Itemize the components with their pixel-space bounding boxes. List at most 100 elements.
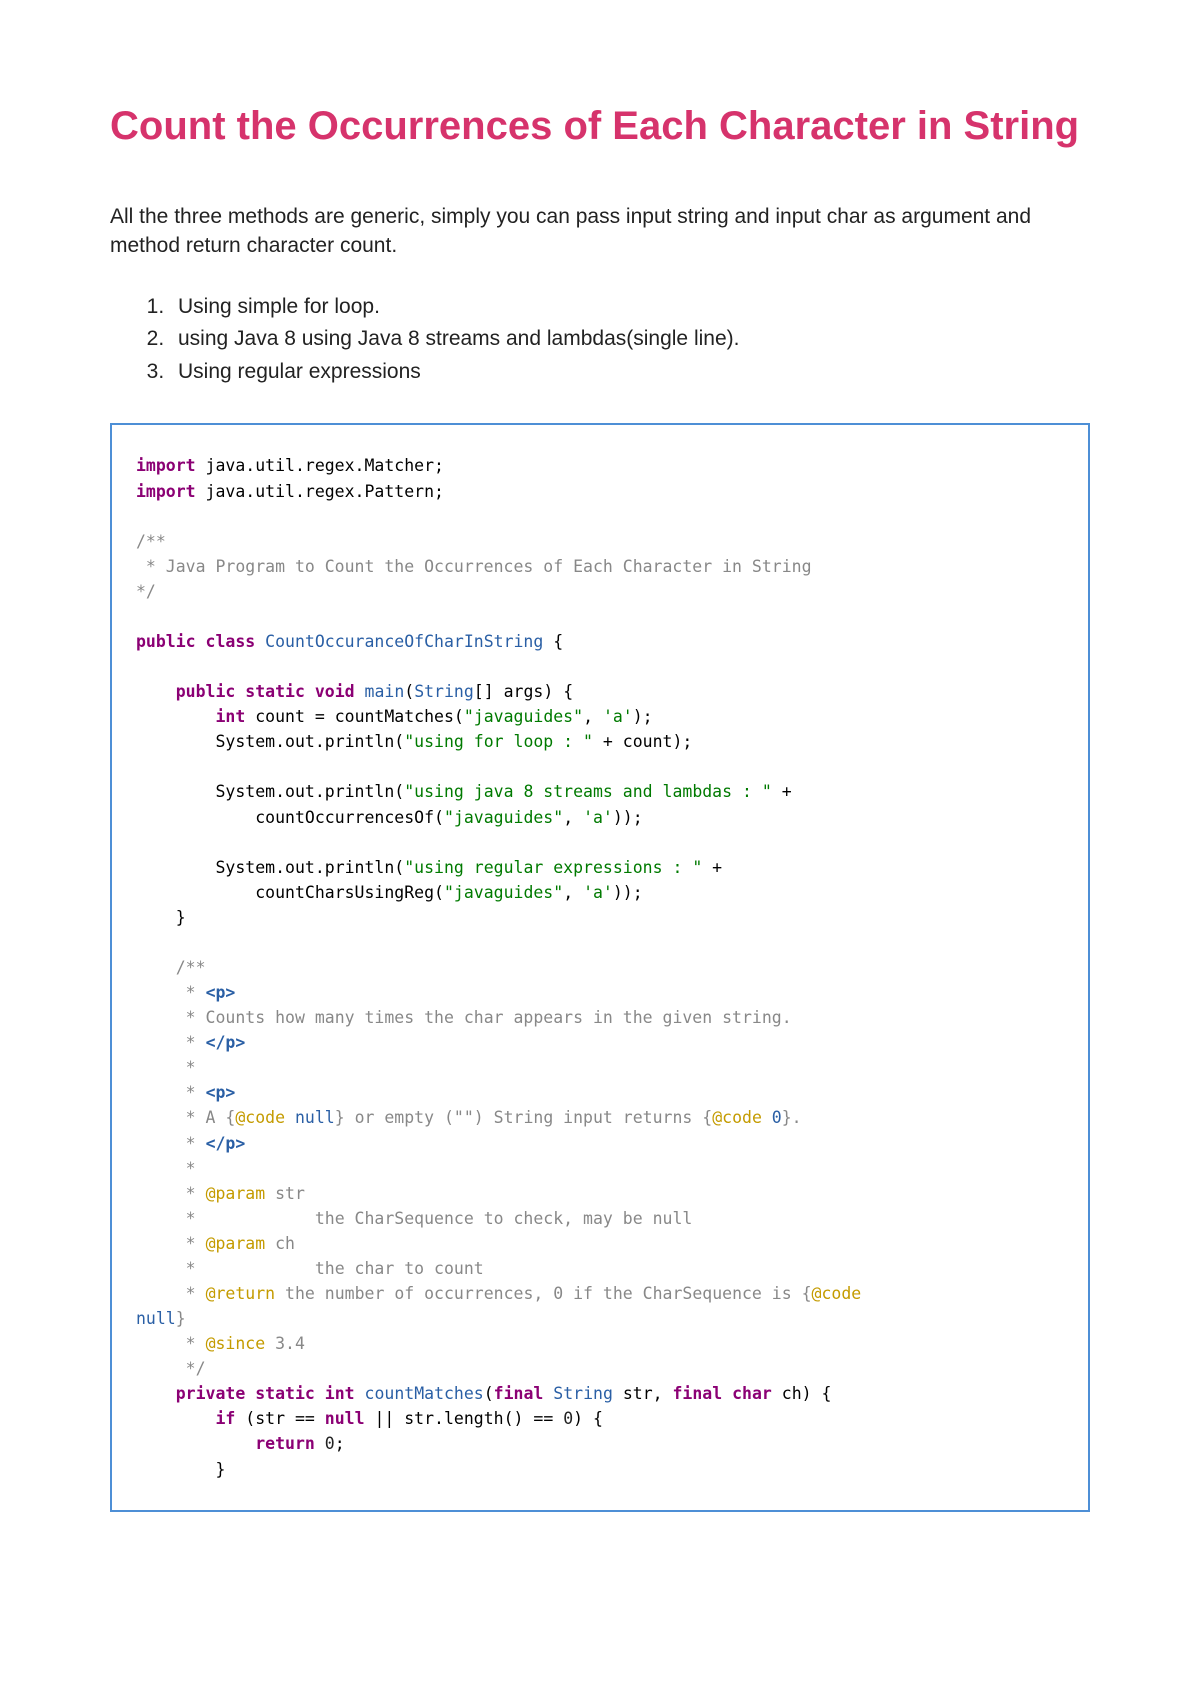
- doc-annotation: @code: [712, 1108, 762, 1127]
- keyword: return: [255, 1434, 315, 1453]
- indent: [136, 1434, 255, 1453]
- page-title: Count the Occurrences of Each Character …: [110, 100, 1090, 152]
- doc-annotation: @code: [812, 1284, 862, 1303]
- comment: *: [176, 1083, 206, 1102]
- comment: */: [176, 1359, 206, 1378]
- string-literal: "using regular expressions : ": [404, 858, 702, 877]
- comment: *: [176, 1134, 206, 1153]
- indent: [136, 1134, 176, 1153]
- char-literal: 'a': [603, 707, 633, 726]
- doc-annotation: @param: [206, 1184, 266, 1203]
- indent: [136, 1284, 176, 1303]
- comment: } or empty ("") String input returns {: [335, 1108, 713, 1127]
- comment: *: [176, 983, 206, 1002]
- comment: * the char to count: [176, 1259, 484, 1278]
- indent: [136, 1359, 176, 1378]
- indent: [136, 908, 176, 927]
- indent: [136, 1083, 176, 1102]
- doc-tag: </p>: [206, 1033, 246, 1052]
- keyword: import: [136, 456, 196, 475]
- code-text: java.util.regex.Matcher;: [196, 456, 444, 475]
- comment: * Counts how many times the char appears…: [176, 1008, 792, 1027]
- code-text: ,: [563, 808, 583, 827]
- comment: *: [176, 1284, 206, 1303]
- comment: *: [176, 1033, 206, 1052]
- indent: [136, 1008, 176, 1027]
- code-text: ,: [563, 883, 583, 902]
- code-text: }: [176, 908, 186, 927]
- indent: [136, 1209, 176, 1228]
- indent: [136, 1460, 215, 1479]
- char-literal: 'a': [583, 883, 613, 902]
- indent: [136, 782, 215, 801]
- keyword: public: [176, 682, 236, 701]
- code-text: System.out.println(: [215, 858, 404, 877]
- string-literal: "javaguides": [444, 883, 563, 902]
- doc-tag: <p>: [206, 983, 236, 1002]
- code-text: countOccurrencesOf(: [255, 808, 444, 827]
- comment: *: [176, 1184, 206, 1203]
- keyword: public: [136, 632, 196, 651]
- code-text: +: [772, 782, 792, 801]
- doc-annotation: @param: [206, 1234, 266, 1253]
- indent: [136, 732, 215, 751]
- keyword: if: [215, 1409, 235, 1428]
- keyword: final: [673, 1384, 723, 1403]
- indent: [136, 858, 215, 877]
- indent: [136, 808, 255, 827]
- code-text: }: [215, 1460, 225, 1479]
- string-literal: "javaguides": [444, 808, 563, 827]
- comment: /**: [176, 958, 206, 977]
- indent: [136, 1108, 176, 1127]
- code-text: System.out.println(: [215, 732, 404, 751]
- string-literal: "using for loop : ": [404, 732, 593, 751]
- code-text: ) {: [573, 1409, 603, 1428]
- list-item: Using regular expressions: [170, 356, 1090, 389]
- type: String: [414, 682, 474, 701]
- intro-paragraph: All the three methods are generic, simpl…: [110, 202, 1090, 261]
- code-text: str,: [613, 1384, 673, 1403]
- code-text: (str ==: [235, 1409, 324, 1428]
- code-text: [] args) {: [474, 682, 573, 701]
- keyword: final: [494, 1384, 544, 1403]
- keyword: static: [245, 1384, 315, 1403]
- indent: [136, 883, 255, 902]
- code-text: 0: [762, 1108, 782, 1127]
- keyword: null: [325, 1409, 365, 1428]
- method-name: main: [355, 682, 405, 701]
- code-text: null: [136, 1309, 176, 1328]
- indent: [136, 1234, 176, 1253]
- comment: * A {: [176, 1108, 236, 1127]
- comment: *: [176, 1159, 196, 1178]
- code-text: (: [404, 682, 414, 701]
- method-name: countMatches: [355, 1384, 484, 1403]
- comment: }: [176, 1309, 186, 1328]
- number: 0: [563, 1409, 573, 1428]
- code-text: countCharsUsingReg(: [255, 883, 444, 902]
- doc-annotation: @code: [235, 1108, 285, 1127]
- code-text: ,: [583, 707, 603, 726]
- char-literal: 'a': [583, 808, 613, 827]
- list-item: Using simple for loop.: [170, 291, 1090, 324]
- comment: }.: [782, 1108, 802, 1127]
- code-text: || str.length() ==: [365, 1409, 564, 1428]
- code-text: (: [484, 1384, 494, 1403]
- code-text: null: [285, 1108, 335, 1127]
- doc-annotation: @since: [206, 1334, 266, 1353]
- code-block: import java.util.regex.Matcher; import j…: [110, 423, 1090, 1511]
- code-text: +: [702, 858, 722, 877]
- type: String: [543, 1384, 613, 1403]
- code-text: ));: [613, 808, 643, 827]
- doc-tag: <p>: [206, 1083, 236, 1102]
- code-text: + count);: [593, 732, 692, 751]
- keyword: int: [315, 1384, 355, 1403]
- comment: ch: [265, 1234, 295, 1253]
- string-literal: "javaguides": [464, 707, 583, 726]
- list-item: using Java 8 using Java 8 streams and la…: [170, 323, 1090, 356]
- doc-tag: </p>: [206, 1134, 246, 1153]
- keyword: int: [215, 707, 245, 726]
- indent: [136, 1409, 215, 1428]
- keyword: import: [136, 482, 196, 501]
- keyword: static: [235, 682, 305, 701]
- comment: * Java Program to Count the Occurrences …: [136, 557, 812, 576]
